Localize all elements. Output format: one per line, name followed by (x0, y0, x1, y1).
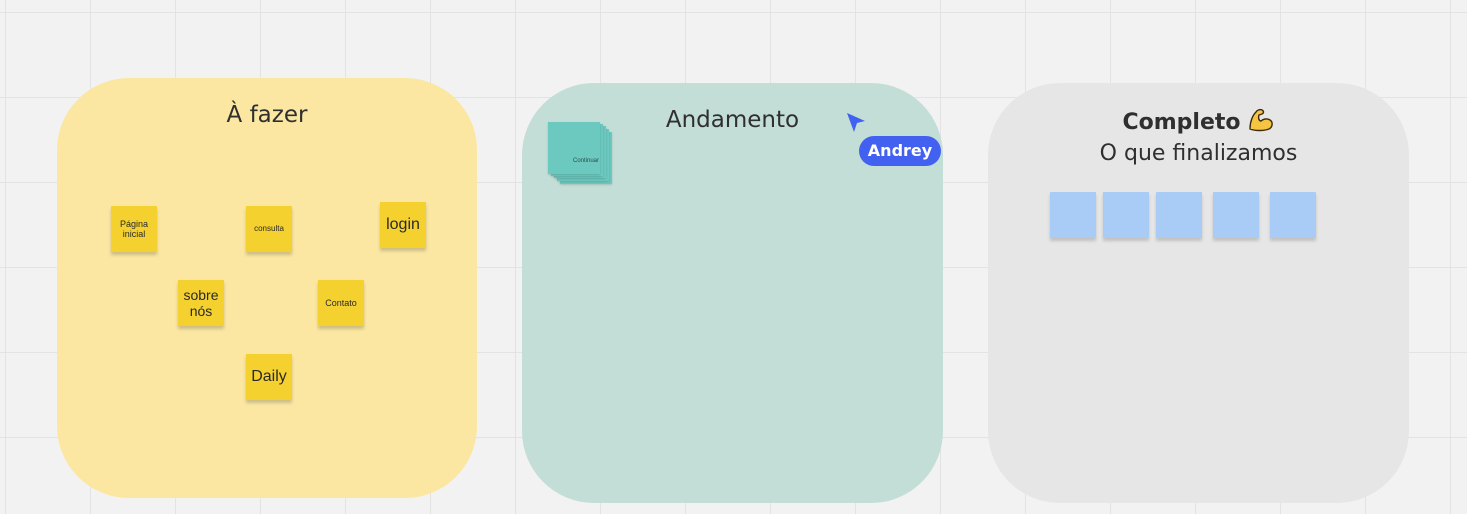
sticky-note-login[interactable]: login (380, 202, 426, 248)
stack-label: Continuar (572, 158, 599, 164)
done-board[interactable]: Completo O que finalizamos (988, 83, 1409, 503)
blue-sticky-note[interactable] (1103, 192, 1149, 238)
sticky-note-text: login (386, 215, 420, 233)
sticky-note-text: inicial (122, 229, 146, 239)
collaborator-cursor-icon (845, 111, 869, 135)
blue-sticky-note[interactable] (1213, 192, 1259, 238)
done-board-title-text: Completo (1122, 110, 1241, 135)
blue-sticky-note[interactable] (1050, 192, 1096, 238)
sticky-note-contato[interactable]: Contato (318, 280, 364, 326)
sticky-note-text: nós (189, 303, 213, 319)
sticky-note-pagina-inicial[interactable]: Página inicial (111, 206, 157, 252)
done-board-title: Completo (988, 107, 1409, 139)
sticky-note-daily[interactable]: Daily (246, 354, 292, 400)
stack-layer (548, 122, 600, 174)
done-board-subtitle: O que finalizamos (1099, 141, 1298, 166)
todo-board[interactable]: À fazer Página inicial consulta login so… (57, 78, 477, 498)
todo-board-title: À fazer (226, 102, 308, 128)
sticky-note-consulta[interactable]: consulta (246, 206, 292, 252)
sticky-note-text: Página (119, 218, 149, 229)
blue-sticky-note[interactable] (1156, 192, 1202, 238)
sticky-note-stack[interactable]: Continuar (548, 122, 614, 190)
sticky-note-text: consulta (254, 224, 284, 234)
sticky-note-text: Daily (251, 367, 287, 385)
sticky-note-text: Contato (325, 297, 357, 308)
blue-sticky-note[interactable] (1270, 192, 1316, 238)
sticky-note-text: sobre (183, 286, 219, 303)
collaborator-name-tag: Andrey (859, 136, 941, 166)
flexed-biceps-icon (1247, 107, 1275, 139)
sticky-note-sobre-nos[interactable]: sobre nós (178, 280, 224, 326)
